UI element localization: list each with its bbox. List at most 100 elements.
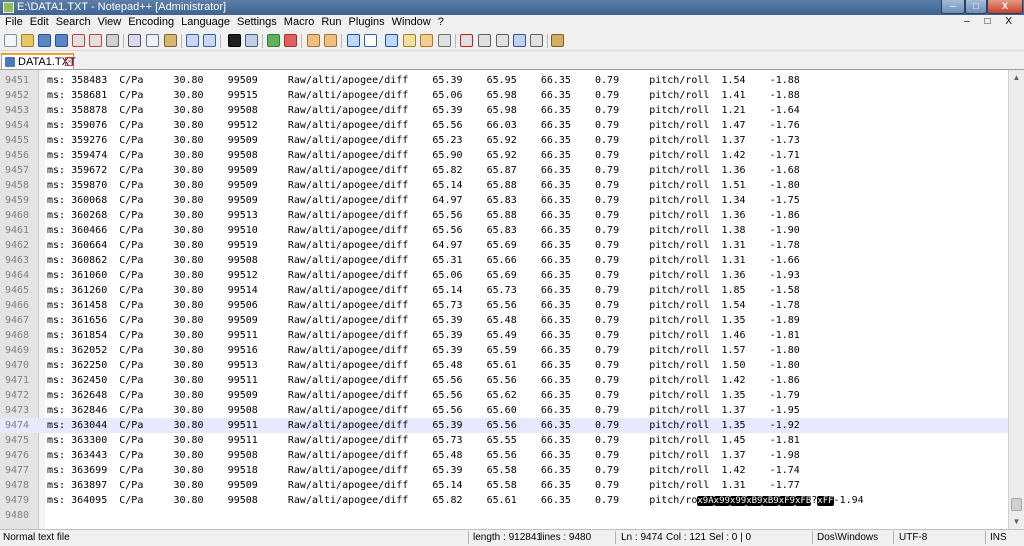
vertical-scrollbar[interactable]: ▲ ▼ (1008, 70, 1024, 529)
scroll-thumb[interactable] (1011, 498, 1022, 511)
field-tag: Raw/alti/apogee/diff (287, 450, 409, 461)
editor-line[interactable]: 9466 ms: 361458 C/Pa 30.80 99506 Raw/alti… (0, 298, 1008, 313)
field-pitch-roll: pitch/roll (649, 150, 710, 161)
word-wrap-icon[interactable] (347, 34, 360, 47)
editor-line[interactable]: 9456 ms: 359474 C/Pa 30.80 99508 Raw/alti… (0, 148, 1008, 163)
menu-edit[interactable]: Edit (30, 16, 49, 28)
menu-settings[interactable]: Settings (237, 16, 277, 28)
function-list-icon[interactable] (438, 34, 451, 47)
play-macro-icon[interactable] (496, 34, 509, 47)
menu-search[interactable]: Search (56, 16, 91, 28)
editor-line[interactable]: 9453 ms: 358878 C/Pa 30.80 99508 Raw/alti… (0, 103, 1008, 118)
menu-language[interactable]: Language (181, 16, 230, 28)
field-roll: -1.76 (769, 120, 800, 131)
paste-icon[interactable] (164, 34, 177, 47)
editor-line[interactable]: 9455 ms: 359276 C/Pa 30.80 99509 Raw/alti… (0, 133, 1008, 148)
editor-area[interactable]: 9451 ms: 358483 C/Pa 30.80 99509 Raw/alti… (0, 70, 1008, 529)
menu-run[interactable]: Run (321, 16, 341, 28)
menu-window[interactable]: Window (392, 16, 431, 28)
undo-icon[interactable] (186, 34, 199, 47)
editor-line[interactable]: 9462 ms: 360664 C/Pa 30.80 99519 Raw/alti… (0, 238, 1008, 253)
editor-line[interactable]: 9471 ms: 362450 C/Pa 30.80 99511 Raw/alti… (0, 373, 1008, 388)
editor-line[interactable]: 9468 ms: 361854 C/Pa 30.80 99511 Raw/alti… (0, 328, 1008, 343)
editor-line[interactable]: 9452 ms: 358681 C/Pa 30.80 99515 Raw/alti… (0, 88, 1008, 103)
plugin-icon[interactable] (551, 34, 564, 47)
doc-map-icon[interactable] (420, 34, 433, 47)
editor-line[interactable]: 9458 ms: 359870 C/Pa 30.80 99509 Raw/alti… (0, 178, 1008, 193)
field-ms-value: 358681 (71, 90, 108, 101)
sync-vertical-icon[interactable] (307, 34, 320, 47)
editor-line[interactable]: 9460 ms: 360268 C/Pa 30.80 99513 Raw/alti… (0, 208, 1008, 223)
new-file-icon[interactable] (4, 34, 17, 47)
open-file-icon[interactable] (21, 34, 34, 47)
editor-line[interactable]: 9467 ms: 361656 C/Pa 30.80 99509 Raw/alti… (0, 313, 1008, 328)
scroll-up-icon[interactable]: ▲ (1009, 70, 1024, 85)
close-button[interactable]: X (987, 0, 1023, 14)
indent-guide-icon[interactable] (385, 34, 398, 47)
close-file-icon[interactable] (72, 34, 85, 47)
status-encoding[interactable]: UTF-8 (899, 532, 927, 543)
menu-plugins[interactable]: Plugins (349, 16, 385, 28)
editor-line[interactable]: 9469 ms: 362052 C/Pa 30.80 99516 Raw/alti… (0, 343, 1008, 358)
print-icon[interactable] (106, 34, 119, 47)
editor-line[interactable]: 9480 (0, 508, 1008, 523)
minimize-button[interactable]: ─ (941, 0, 965, 14)
editor-line[interactable]: 9479 ms: 364095 C/Pa 30.80 99508 Raw/alti… (0, 493, 1008, 508)
tab-close-icon[interactable]: × (65, 57, 74, 66)
editor-line[interactable]: 9457 ms: 359672 C/Pa 30.80 99509 Raw/alti… (0, 163, 1008, 178)
field-ms-label: ms: (47, 165, 66, 176)
field-pressure: 99519 (227, 240, 258, 251)
editor-line[interactable]: 9475 ms: 363300 C/Pa 30.80 99511 Raw/alti… (0, 433, 1008, 448)
field-a: 65.82 (432, 495, 463, 506)
line-number: 9468 (5, 330, 30, 341)
editor-line[interactable]: 9470 ms: 362250 C/Pa 30.80 99513 Raw/alti… (0, 358, 1008, 373)
zoom-in-icon[interactable] (267, 34, 280, 47)
field-ms-label: ms: (47, 300, 66, 311)
editor-line[interactable]: 9454 ms: 359076 C/Pa 30.80 99512 Raw/alti… (0, 118, 1008, 133)
editor-line[interactable]: 9461 ms: 360466 C/Pa 30.80 99510 Raw/alti… (0, 223, 1008, 238)
tab-data1-txt[interactable]: DATA1.TXT × (1, 53, 76, 69)
editor-line[interactable]: 9459 ms: 360068 C/Pa 30.80 99509 Raw/alti… (0, 193, 1008, 208)
close-all-icon[interactable] (89, 34, 102, 47)
editor-line[interactable]: 9451 ms: 358483 C/Pa 30.80 99509 Raw/alti… (0, 73, 1008, 88)
copy-icon[interactable] (146, 34, 159, 47)
line-number: 9467 (5, 315, 30, 326)
menu-macro[interactable]: Macro (284, 16, 315, 28)
menu-file[interactable]: File (5, 16, 23, 28)
status-eol-format[interactable]: Dos\Windows (817, 532, 878, 543)
cut-icon[interactable] (128, 34, 141, 47)
user-lang-icon[interactable] (403, 34, 416, 47)
replace-icon[interactable] (245, 34, 258, 47)
editor-line[interactable]: 9464 ms: 361060 C/Pa 30.80 99512 Raw/alti… (0, 268, 1008, 283)
editor-line[interactable]: 9463 ms: 360862 C/Pa 30.80 99508 Raw/alti… (0, 253, 1008, 268)
scroll-down-icon[interactable]: ▼ (1009, 514, 1024, 529)
record-macro-icon[interactable] (460, 34, 473, 47)
editor-line[interactable]: 9478 ms: 363897 C/Pa 30.80 99509 Raw/alti… (0, 478, 1008, 493)
field-temp: 30.80 (173, 165, 204, 176)
field-c: 66.35 (540, 495, 571, 506)
save-icon[interactable] (38, 34, 51, 47)
field-ms-value: 360268 (71, 210, 108, 221)
show-all-chars-icon[interactable] (364, 34, 377, 47)
sync-horizontal-icon[interactable] (324, 34, 337, 47)
stop-record-icon[interactable] (478, 34, 491, 47)
editor-line[interactable]: 9465 ms: 361260 C/Pa 30.80 99514 Raw/alti… (0, 283, 1008, 298)
control-char-badge: xF9 (778, 496, 795, 506)
editor-line[interactable]: 9476 ms: 363443 C/Pa 30.80 99508 Raw/alti… (0, 448, 1008, 463)
editor-line[interactable]: 9473 ms: 362846 C/Pa 30.80 99508 Raw/alti… (0, 403, 1008, 418)
run-macro-multiple-icon[interactable] (513, 34, 526, 47)
status-insert-mode[interactable]: INS (990, 532, 1007, 543)
editor-line[interactable]: 9477 ms: 363699 C/Pa 30.80 99518 Raw/alti… (0, 463, 1008, 478)
editor-line[interactable]: 9474 ms: 363044 C/Pa 30.80 99511 Raw/alti… (0, 418, 1008, 433)
document-window-controls[interactable]: – □ X (964, 16, 1018, 27)
find-icon[interactable] (228, 34, 241, 47)
menu-help[interactable]: ? (438, 16, 444, 28)
menu-view[interactable]: View (98, 16, 122, 28)
zoom-out-icon[interactable] (284, 34, 297, 47)
redo-icon[interactable] (203, 34, 216, 47)
editor-line[interactable]: 9472 ms: 362648 C/Pa 30.80 99509 Raw/alti… (0, 388, 1008, 403)
save-macro-icon[interactable] (530, 34, 543, 47)
maximize-button[interactable]: □ (965, 0, 987, 14)
save-all-icon[interactable] (55, 34, 68, 47)
menu-encoding[interactable]: Encoding (128, 16, 174, 28)
